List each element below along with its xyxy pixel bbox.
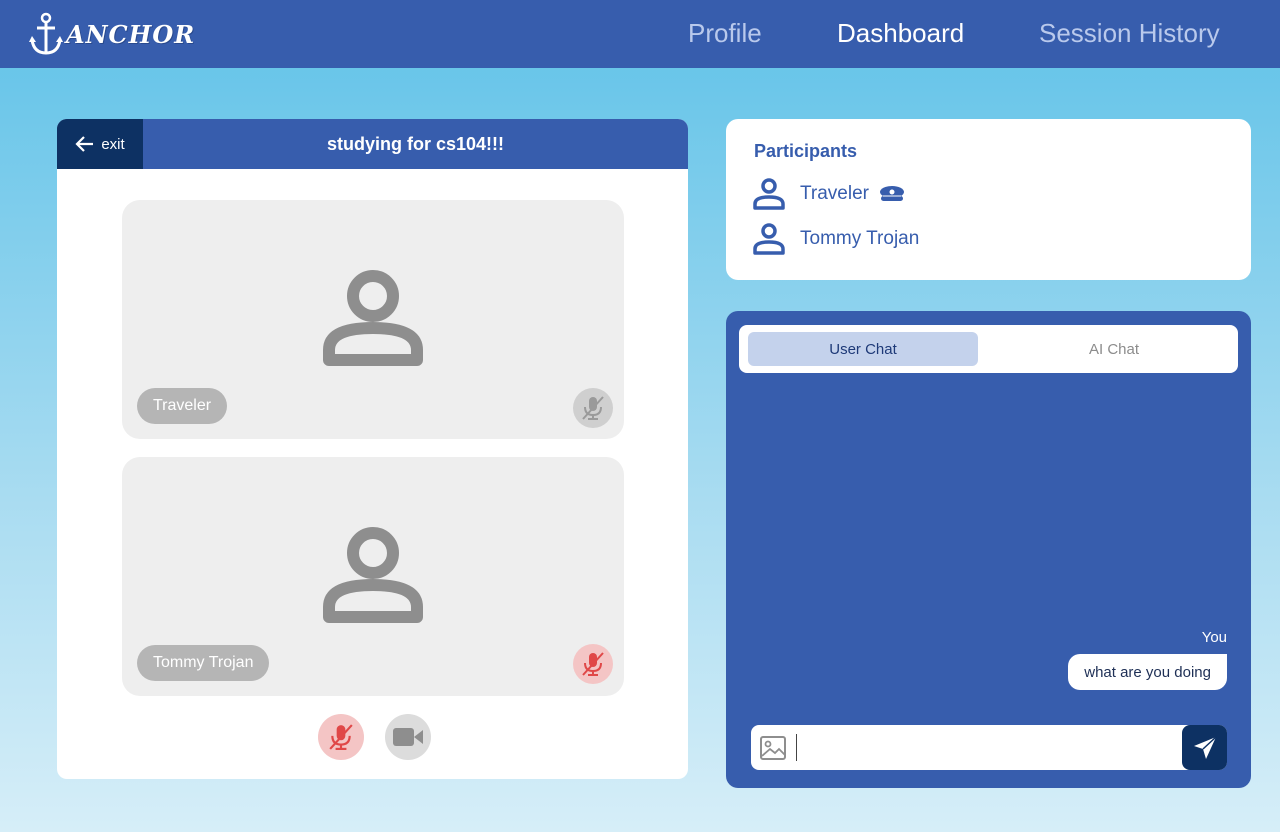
chat-panel: User Chat AI Chat You what are you doing — [726, 311, 1251, 788]
participant-item: Tommy Trojan — [752, 221, 919, 257]
session-panel: exit studying for cs104!!! Traveler Tomm… — [57, 119, 688, 779]
chat-message-input[interactable] — [801, 731, 1171, 764]
logo-text: ANCHOR — [66, 19, 196, 49]
session-header: exit studying for cs104!!! — [57, 119, 688, 169]
top-nav-bar: ANCHOR Profile Dashboard Session History — [0, 0, 1280, 68]
participant-name: Traveler — [800, 183, 869, 204]
tile-mic-status — [573, 388, 613, 428]
person-icon — [323, 270, 423, 366]
nav-session-history[interactable]: Session History — [1039, 18, 1220, 49]
send-icon — [1193, 735, 1217, 759]
nav-profile[interactable]: Profile — [688, 18, 762, 49]
mic-toggle-button[interactable] — [318, 714, 364, 760]
text-caret — [796, 734, 797, 761]
person-outline-icon — [753, 178, 785, 210]
mic-off-icon — [329, 724, 353, 750]
nav-dashboard[interactable]: Dashboard — [837, 18, 964, 49]
exit-label: exit — [101, 135, 125, 153]
person-icon — [323, 527, 423, 623]
session-title: studying for cs104!!! — [326, 133, 505, 154]
video-tile-tommy-trojan: Tommy Trojan — [122, 457, 624, 696]
image-upload-icon[interactable] — [759, 734, 787, 762]
tile-mic-status — [573, 644, 613, 684]
anchor-logo[interactable]: ANCHOR — [28, 12, 195, 56]
captain-hat-icon — [879, 186, 904, 201]
person-outline-icon — [753, 223, 785, 255]
arrow-left-icon — [75, 136, 94, 152]
participants-panel: Participants Traveler Tommy Trojan — [726, 119, 1251, 280]
chat-input-bar — [751, 725, 1227, 770]
anchor-icon — [29, 12, 63, 55]
video-camera-icon — [393, 728, 423, 746]
message-sender: You — [1201, 629, 1227, 646]
message-bubble: what are you doing — [1068, 654, 1227, 690]
video-tile-traveler: Traveler — [122, 200, 624, 439]
tile-name-label: Tommy Trojan — [137, 645, 270, 681]
tile-name-label: Traveler — [137, 388, 228, 424]
tab-ai-chat[interactable]: AI Chat — [999, 332, 1229, 366]
tab-user-chat[interactable]: User Chat — [748, 332, 978, 366]
send-button[interactable] — [1182, 725, 1227, 770]
mic-off-icon — [582, 652, 604, 676]
camera-toggle-button[interactable] — [385, 714, 431, 760]
participant-name: Tommy Trojan — [800, 228, 920, 249]
participant-item: Traveler — [752, 176, 905, 212]
participants-title: Participants — [754, 141, 858, 161]
exit-button[interactable]: exit — [57, 119, 143, 169]
mic-off-icon — [582, 396, 604, 420]
chat-tabs: User Chat AI Chat — [739, 325, 1238, 373]
